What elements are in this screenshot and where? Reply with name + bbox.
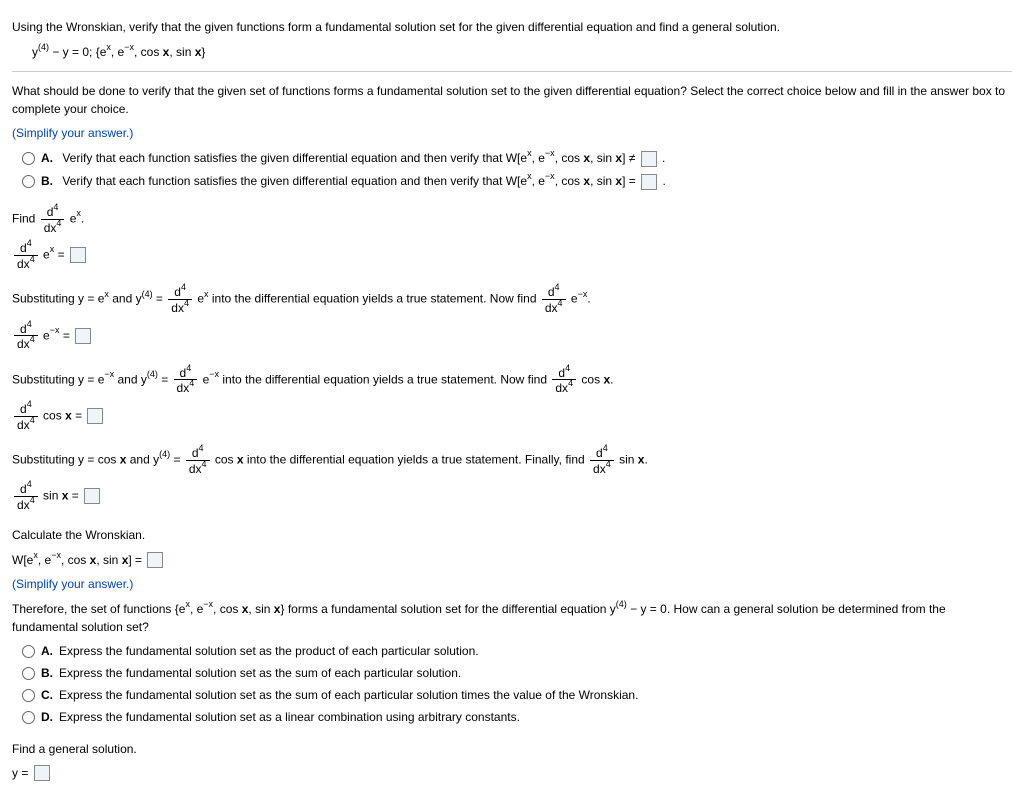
d4-cosx-equals: d4dx4 cos x = (12, 401, 1012, 431)
problem-intro: Using the Wronskian, verify that the giv… (12, 18, 1012, 36)
wronskian-expr: W[ex, e−x, cos x, sin x] = (12, 550, 1012, 569)
radio-icon[interactable] (22, 711, 35, 724)
sub-enegx: Substituting y = e−x and y(4) = d4dx4 e−… (12, 365, 1012, 395)
choice2-d-text: Express the fundamental solution set as … (59, 710, 520, 724)
answer-box-2[interactable] (75, 328, 91, 344)
therefore: Therefore, the set of functions {ex, e−x… (12, 599, 1012, 636)
answer-box-3[interactable] (87, 408, 103, 424)
sub-ex: Substituting y = ex and y(4) = d4dx4 ex … (12, 284, 1012, 314)
d4-ex-equals: d4dx4 ex = (12, 240, 1012, 270)
choice2-c-text: Express the fundamental solution set as … (59, 688, 638, 702)
answer-box-a[interactable] (641, 151, 657, 167)
choice2-b-text: Express the fundamental solution set as … (59, 666, 461, 680)
simplify-hint-2: (Simplify your answer.) (12, 575, 1012, 593)
question-prompt: What should be done to verify that the g… (12, 82, 1012, 118)
choice2-a-text: Express the fundamental solution set as … (59, 644, 479, 658)
d4-enegx-equals: d4dx4 e−x = (12, 321, 1012, 351)
answer-box-w[interactable] (147, 552, 163, 568)
radio-icon[interactable] (22, 645, 35, 658)
y-equals: y = (12, 764, 1012, 782)
choice-b[interactable]: B. Verify that each function satisfies t… (22, 171, 1012, 190)
radio-icon[interactable] (22, 175, 35, 188)
choice-a[interactable]: A. Verify that each function satisfies t… (22, 148, 1012, 167)
choice2-b[interactable]: B.Express the fundamental solution set a… (22, 664, 1012, 682)
radio-icon[interactable] (22, 152, 35, 165)
find-d4-ex: Find d4dx4 ex. (12, 204, 1012, 234)
choice-b-text: Verify that each function satisfies the … (62, 174, 635, 188)
radio-icon[interactable] (22, 689, 35, 702)
answer-box-y[interactable] (34, 765, 50, 781)
answer-box-4[interactable] (84, 488, 100, 504)
simplify-hint: (Simplify your answer.) (12, 124, 1012, 142)
sub-cosx: Substituting y = cos x and y(4) = d4dx4 … (12, 445, 1012, 475)
choice2-d[interactable]: D.Express the fundamental solution set a… (22, 708, 1012, 726)
choice2-c[interactable]: C.Express the fundamental solution set a… (22, 686, 1012, 704)
differential-equation: y(4) − y = 0; {ex, e−x, cos x, sin x} (32, 42, 1012, 61)
radio-icon[interactable] (22, 667, 35, 680)
answer-box-1[interactable] (70, 247, 86, 263)
find-general: Find a general solution. (12, 740, 1012, 758)
choice2-a[interactable]: A.Express the fundamental solution set a… (22, 642, 1012, 660)
answer-box-b[interactable] (641, 174, 657, 190)
choice-a-text: Verify that each function satisfies the … (62, 151, 635, 165)
d4-sinx-equals: d4dx4 sin x = (12, 481, 1012, 511)
calc-wronskian: Calculate the Wronskian. (12, 526, 1012, 544)
